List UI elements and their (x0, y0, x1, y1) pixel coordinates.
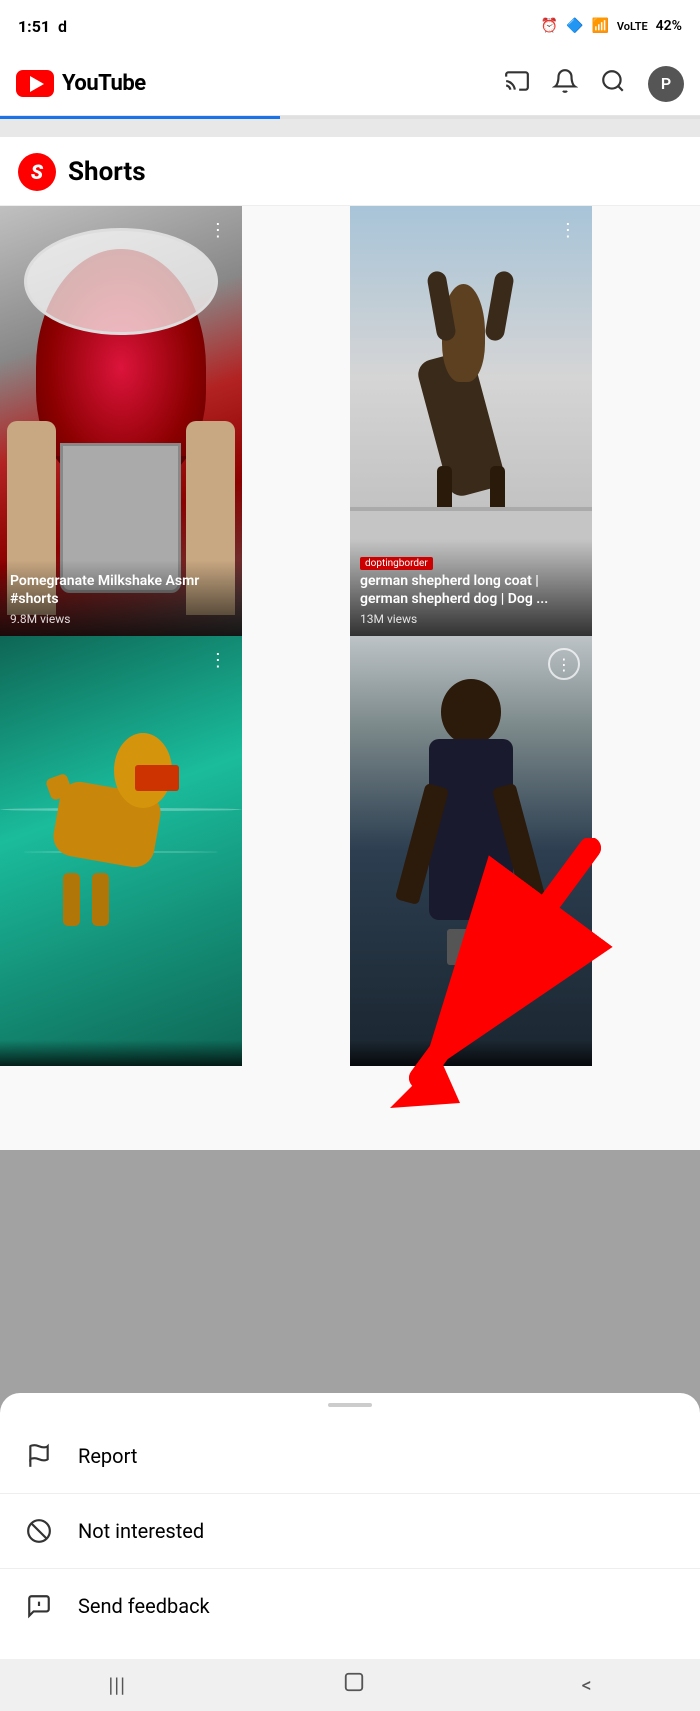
status-time: 1:51 (18, 17, 50, 36)
feedback-icon (24, 1591, 54, 1621)
video-cell-swimming-dog[interactable]: ⋮ (0, 636, 242, 1066)
status-icons: ⏰ 🔷 📶 VoLTE 42% (541, 18, 682, 34)
shorts-header: S Shorts (0, 137, 700, 206)
play-triangle (30, 76, 44, 92)
sheet-item-report[interactable]: Report (0, 1423, 700, 1489)
youtube-wordmark: YouTube (62, 71, 146, 96)
video-info-shepherd: doptingborder german shepherd long coat … (350, 539, 592, 636)
bottom-sheet: Report Not interested Send feedback (0, 1393, 700, 1659)
battery-icon: 42% (656, 18, 682, 34)
bluetooth-icon: 🔷 (566, 18, 583, 34)
shorts-logo-icon: S (18, 153, 56, 191)
video-cell-person[interactable]: ⋮ (350, 636, 592, 1066)
sheet-handle (328, 1403, 372, 1407)
video-more-menu-shepherd[interactable]: ⋮ (554, 216, 582, 244)
status-bar: 1:51 d ⏰ 🔷 📶 VoLTE 42% (0, 0, 700, 52)
alarm-icon: ⏰ (541, 18, 558, 34)
sheet-divider-2 (0, 1568, 700, 1569)
nav-icons: P (504, 66, 684, 102)
video-more-menu-person[interactable]: ⋮ (548, 648, 580, 680)
sheet-divider-1 (0, 1493, 700, 1494)
not-interested-label: Not interested (78, 1519, 204, 1543)
video-views-shepherd: 13M views (360, 612, 582, 626)
back-btn[interactable]: < (581, 1673, 591, 1697)
sheet-item-send-feedback[interactable]: Send feedback (0, 1573, 700, 1639)
youtube-logo: YouTube (16, 70, 146, 97)
home-btn[interactable] (343, 1671, 365, 1699)
video-thumbnail-swimming-dog (0, 636, 242, 1066)
top-nav: YouTube P (0, 52, 700, 116)
video-cell-shepherd[interactable]: ⋮ doptingborder german shepherd long coa… (350, 206, 592, 636)
shorts-title: Shorts (68, 157, 146, 187)
video-info-swimming-dog (0, 1040, 242, 1066)
sheet-item-not-interested[interactable]: Not interested (0, 1498, 700, 1564)
channel-badge-shepherd: doptingborder (360, 557, 433, 570)
bottom-nav: ||| < (0, 1659, 700, 1711)
notification-icon[interactable] (552, 68, 578, 100)
video-more-menu-swimming-dog[interactable]: ⋮ (204, 646, 232, 674)
shorts-grid: ⋮ Pomegranate Milkshake Asmr #shorts 9.8… (0, 206, 700, 1066)
flag-icon (24, 1441, 54, 1471)
video-cell-pomegranate[interactable]: ⋮ Pomegranate Milkshake Asmr #shorts 9.8… (0, 206, 242, 636)
send-feedback-label: Send feedback (78, 1594, 210, 1618)
video-info-pomegranate: Pomegranate Milkshake Asmr #shorts 9.8M … (0, 560, 242, 636)
search-icon[interactable] (600, 68, 626, 100)
not-interested-icon (24, 1516, 54, 1546)
signal-icon: VoLTE (617, 20, 648, 33)
status-indicator: d (58, 17, 67, 36)
video-title-shepherd: german shepherd long coat | german sheph… (360, 572, 582, 608)
youtube-icon (16, 70, 54, 97)
recent-apps-btn[interactable]: ||| (108, 1673, 126, 1697)
video-info-person (350, 1040, 592, 1066)
loading-bar (0, 116, 700, 119)
avatar[interactable]: P (648, 66, 684, 102)
wifi-icon: 📶 (591, 18, 608, 34)
report-label: Report (78, 1444, 137, 1468)
video-more-menu-pomegranate[interactable]: ⋮ (204, 216, 232, 244)
video-title-pomegranate: Pomegranate Milkshake Asmr #shorts (10, 572, 232, 608)
cast-icon[interactable] (504, 68, 530, 100)
spacer (0, 119, 700, 137)
video-thumbnail-person (350, 636, 592, 1066)
video-views-pomegranate: 9.8M views (10, 612, 232, 626)
